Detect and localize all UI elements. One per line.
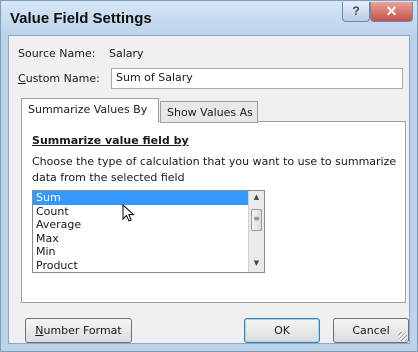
source-name-value: Salary [109, 47, 144, 60]
list-item-sum[interactable]: Sum [33, 191, 264, 205]
help-icon[interactable]: ? [342, 2, 370, 22]
list-item-max[interactable]: Max [33, 232, 264, 246]
dialog-body: Source Name: Salary Custom Name: Sum of … [8, 35, 410, 344]
dialog-title: Value Field Settings [10, 10, 152, 27]
listbox-scrollbar[interactable]: ▲ ≡ ▼ [248, 191, 264, 272]
section-heading-accesskey: S [32, 134, 40, 147]
value-field-settings-dialog: Value Field Settings ? ✕ Source Name: Sa… [0, 0, 418, 352]
section-heading: Summarize value field by [32, 134, 189, 147]
title-bar[interactable]: Value Field Settings ? ✕ [1, 1, 417, 35]
list-item-count[interactable]: Count [33, 205, 264, 219]
number-format-accesskey: N [35, 324, 44, 337]
tab-panel: Summarize value field by Choose the type… [21, 121, 406, 303]
mouse-cursor-icon [122, 204, 135, 222]
tab-summarize-values-by[interactable]: Summarize Values By [21, 98, 159, 122]
resize-grip-icon[interactable] [398, 332, 407, 341]
close-icon[interactable]: ✕ [370, 2, 413, 22]
list-item-average[interactable]: Average [33, 218, 264, 232]
custom-name-accesskey: C [18, 72, 26, 85]
number-format-button[interactable]: Number Format [25, 318, 132, 343]
custom-name-label-rest: ustom Name: [25, 72, 100, 85]
scroll-thumb[interactable]: ≡ [251, 209, 262, 231]
section-heading-rest: ummarize value field by [39, 134, 189, 147]
calculation-listbox[interactable]: Sum Count Average Max Min Product ▲ ≡ ▼ [32, 190, 265, 273]
instruction-text: Choose the type of calculation that you … [32, 155, 397, 184]
list-item-min[interactable]: Min [33, 245, 264, 259]
number-format-label-rest: umber Format [43, 324, 122, 337]
list-item-product[interactable]: Product [33, 259, 264, 273]
ok-button[interactable]: OK [244, 318, 320, 343]
scroll-up-icon[interactable]: ▲ [249, 193, 264, 201]
tab-show-values-as[interactable]: Show Values As [160, 101, 258, 123]
custom-name-input[interactable]: Sum of Salary [111, 68, 403, 89]
scroll-down-icon[interactable]: ▼ [249, 259, 264, 267]
source-name-label: Source Name: [18, 47, 96, 60]
custom-name-label: Custom Name: [18, 72, 100, 85]
